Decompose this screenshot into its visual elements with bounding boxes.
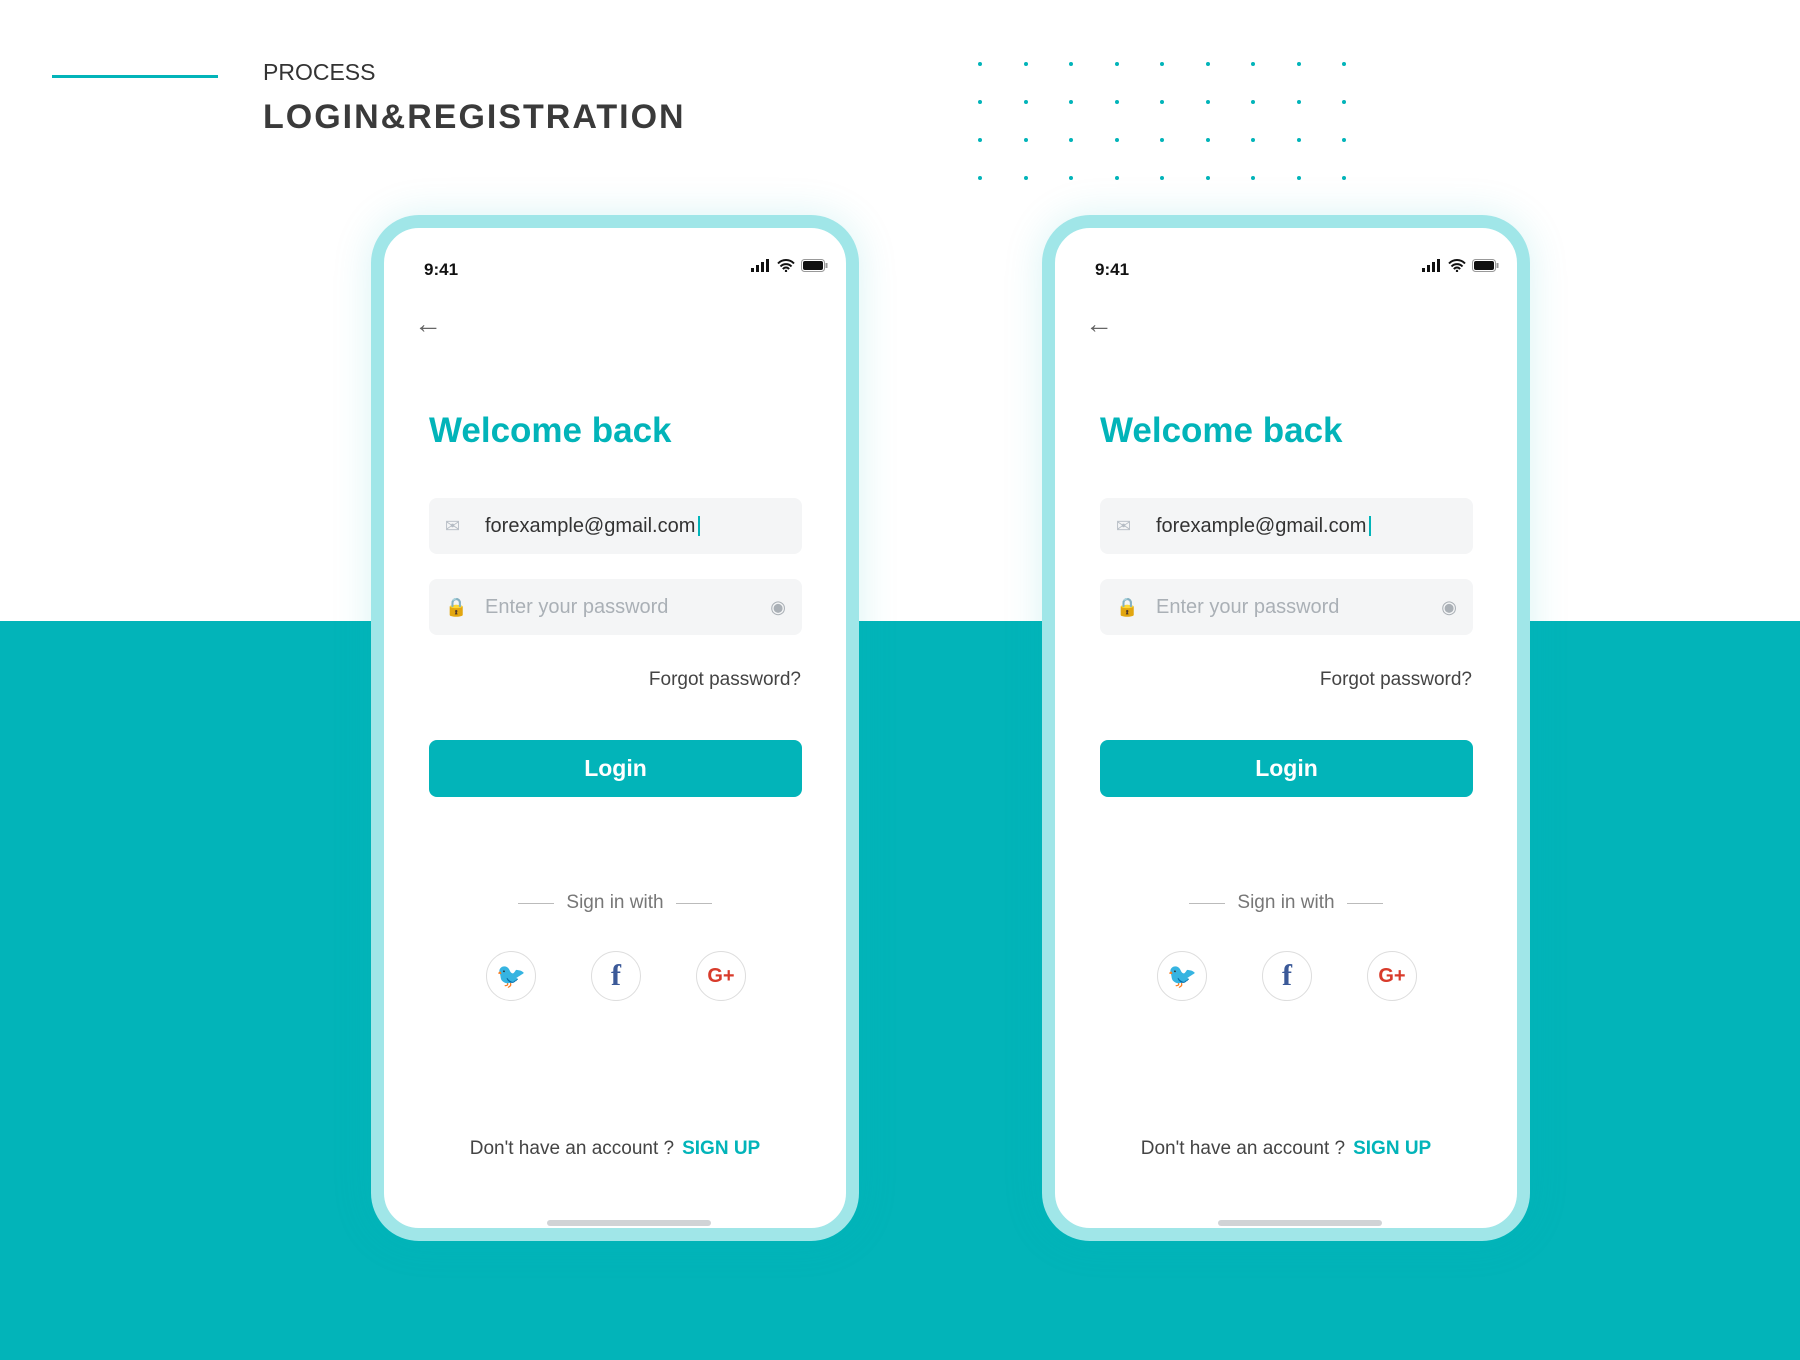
dot: [978, 100, 982, 104]
dot: [1069, 100, 1073, 104]
lock-icon: 🔒: [1116, 596, 1139, 617]
dot: [1160, 100, 1164, 104]
dot: [1251, 62, 1255, 66]
dot: [1251, 176, 1255, 180]
wifi-icon: [1448, 259, 1466, 272]
welcome-heading: Welcome back: [1100, 411, 1343, 450]
battery-icon: [1472, 259, 1499, 272]
twitter-icon[interactable]: 🐦: [486, 951, 536, 1001]
dot: [1160, 62, 1164, 66]
dot: [1069, 62, 1073, 66]
dot-pattern-decoration: [978, 62, 1388, 214]
status-icons: [1422, 259, 1499, 272]
sign-in-with-divider: Sign in with: [384, 892, 846, 914]
dot: [1205, 62, 1210, 66]
sign-in-with-label: Sign in with: [566, 892, 664, 913]
signal-icon: [751, 259, 769, 272]
dot: [1114, 176, 1119, 180]
lock-icon: 🔒: [445, 596, 468, 617]
sign-in-with-label: Sign in with: [1237, 892, 1335, 913]
no-account-text: Don't have an account ?: [1140, 1138, 1346, 1159]
back-arrow-icon[interactable]: ←: [414, 308, 442, 340]
google-plus-icon[interactable]: G+: [1367, 951, 1417, 1001]
no-account-text: Don't have an account ?: [469, 1138, 675, 1159]
divider-line: [1189, 902, 1226, 904]
section-eyebrow: PROCESS: [263, 59, 376, 85]
dot: [1069, 138, 1073, 142]
dot: [1023, 138, 1028, 142]
dot: [1342, 176, 1346, 180]
dot: [1205, 176, 1210, 180]
dot: [1296, 138, 1301, 142]
teal-background-band: [0, 621, 1800, 1360]
dot: [978, 138, 982, 142]
dot: [978, 176, 982, 180]
envelope-icon: ✉: [1116, 515, 1132, 536]
sign-up-link[interactable]: SIGN UP: [682, 1138, 760, 1159]
dot: [1205, 138, 1210, 142]
dot: [1251, 138, 1255, 142]
login-button[interactable]: Login: [429, 740, 802, 797]
dot: [1342, 62, 1346, 66]
home-indicator: [547, 1220, 711, 1226]
dot: [1023, 100, 1028, 104]
battery-icon: [801, 259, 828, 272]
facebook-icon[interactable]: f: [591, 951, 641, 1001]
status-icons: [751, 259, 828, 272]
page-title: LOGIN&REGISTRATION: [263, 98, 686, 136]
signal-icon: [1422, 259, 1440, 272]
text-cursor: [1369, 516, 1372, 536]
welcome-heading: Welcome back: [429, 411, 672, 450]
dot: [1023, 62, 1028, 66]
eye-icon[interactable]: ◉: [1441, 597, 1457, 618]
phone-mockup: 9:41 ← Welcome back ✉ forexample@gmail.c…: [371, 215, 859, 1241]
home-indicator: [1218, 1220, 1382, 1226]
forgot-password-link[interactable]: Forgot password?: [649, 669, 801, 691]
dot: [1296, 176, 1301, 180]
status-time: 9:41: [1095, 260, 1130, 279]
dot: [1342, 138, 1346, 142]
google-plus-icon[interactable]: G+: [696, 951, 746, 1001]
dot: [1160, 176, 1164, 180]
sign-in-with-divider: Sign in with: [1055, 892, 1517, 914]
dot: [1114, 138, 1119, 142]
dot: [1296, 100, 1301, 104]
divider-line: [518, 902, 555, 904]
email-value: forexample@gmail.com: [485, 514, 696, 537]
divider-line: [675, 902, 712, 904]
signup-prompt: Don't have an account ? SIGN UP: [1055, 1138, 1517, 1160]
dot: [1114, 62, 1119, 66]
dot: [978, 62, 982, 66]
dot: [1069, 176, 1073, 180]
email-value: forexample@gmail.com: [1156, 514, 1367, 537]
wifi-icon: [777, 259, 795, 272]
password-placeholder: Enter your password: [1156, 595, 1340, 618]
accent-line: [52, 75, 218, 78]
password-input[interactable]: 🔒 Enter your password ◉: [429, 579, 802, 635]
email-input[interactable]: ✉ forexample@gmail.com: [1100, 498, 1473, 554]
dot: [1205, 100, 1210, 104]
sign-up-link[interactable]: SIGN UP: [1353, 1138, 1431, 1159]
dot: [1023, 176, 1028, 180]
status-time: 9:41: [424, 260, 459, 279]
password-placeholder: Enter your password: [485, 595, 669, 618]
eye-icon[interactable]: ◉: [770, 597, 786, 618]
login-button[interactable]: Login: [1100, 740, 1473, 797]
signup-prompt: Don't have an account ? SIGN UP: [384, 1138, 846, 1160]
envelope-icon: ✉: [445, 515, 461, 536]
dot: [1296, 62, 1301, 66]
twitter-icon[interactable]: 🐦: [1157, 951, 1207, 1001]
dot: [1251, 100, 1255, 104]
forgot-password-link[interactable]: Forgot password?: [1320, 669, 1472, 691]
dot: [1114, 100, 1119, 104]
password-input[interactable]: 🔒 Enter your password ◉: [1100, 579, 1473, 635]
email-input[interactable]: ✉ forexample@gmail.com: [429, 498, 802, 554]
dot: [1160, 138, 1164, 142]
facebook-icon[interactable]: f: [1262, 951, 1312, 1001]
divider-line: [1346, 902, 1383, 904]
phone-mockup: 9:41 ← Welcome back ✉ forexample@gmail.c…: [1042, 215, 1530, 1241]
text-cursor: [698, 516, 701, 536]
back-arrow-icon[interactable]: ←: [1085, 308, 1113, 340]
dot: [1342, 100, 1346, 104]
